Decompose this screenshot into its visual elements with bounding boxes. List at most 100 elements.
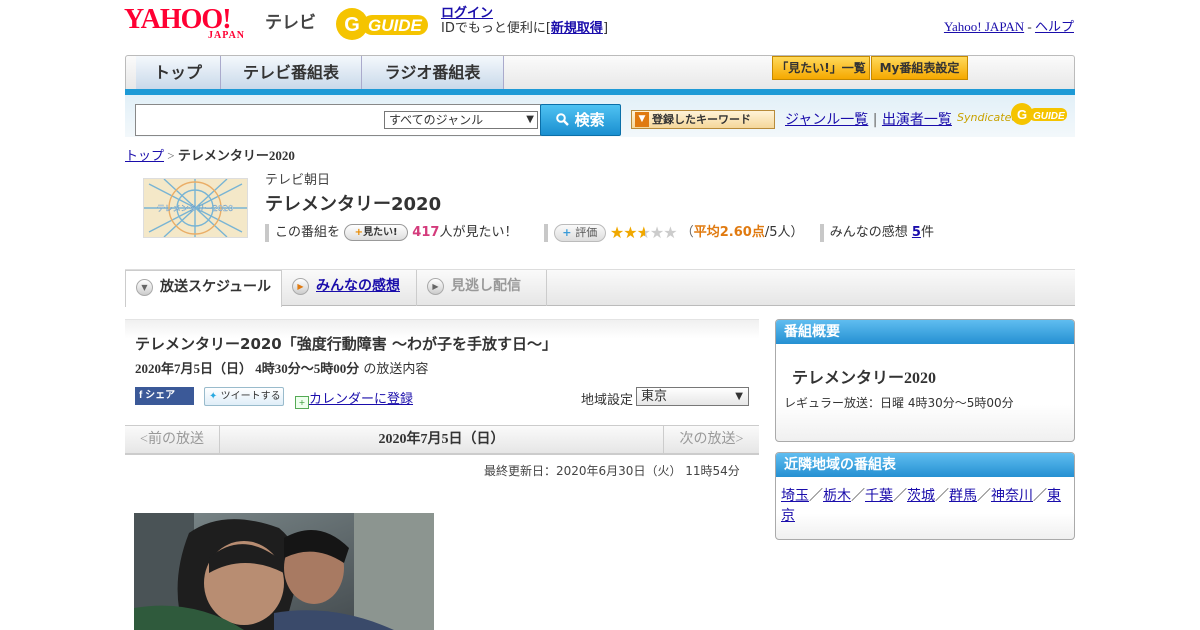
calendar-add-icon: +: [295, 396, 309, 409]
region-link-tochigi[interactable]: 栃木: [823, 489, 851, 504]
region-sep: ／: [851, 489, 865, 504]
tweet-label: ツイートする: [220, 391, 281, 402]
saved-keyword-label: 登録したキーワード: [652, 113, 751, 126]
region-link-ibaraki[interactable]: 茨城: [907, 489, 935, 504]
episode-time-suffix: の放送内容: [363, 362, 429, 377]
nearby-regions-box: 近隣地域の番組表 埼玉／栃木／千葉／茨城／群馬／神奈川／東京: [775, 452, 1075, 540]
top-links-separator: -: [1027, 19, 1032, 34]
region-select[interactable]: 東京 ▼: [636, 387, 749, 406]
breadcrumb-top-link[interactable]: トップ: [125, 148, 164, 163]
tweet-button[interactable]: ✦ ツイートする: [204, 387, 284, 406]
region-label: 地域設定: [581, 393, 634, 408]
episode-title: テレメンタリー2020「強度行動障害 ～わが子を手放す日～」: [135, 335, 557, 353]
rate-button[interactable]: + 評価: [553, 223, 606, 242]
nav-tab-tv-schedule[interactable]: テレビ番組表: [221, 56, 362, 89]
search-button-label: 検索: [574, 111, 605, 129]
region-select-value: 東京: [641, 389, 668, 404]
tab-kanso[interactable]: ▶ みんなの感想: [282, 270, 417, 306]
rating-stars: ★★★★★: [609, 223, 678, 242]
tab-minogashi: ▶ 見逃し配信: [417, 270, 547, 306]
svg-text:テレメンタリー2020: テレメンタリー2020: [157, 204, 233, 213]
login-sub-suffix: ]: [602, 21, 609, 36]
region-link-saitama[interactable]: 埼玉: [781, 489, 809, 504]
breadcrumb-current: テレメンタリー2020: [177, 148, 295, 163]
genre-list-link[interactable]: ジャンル一覧: [785, 112, 868, 128]
search-links: ジャンル一覧 | 出演者一覧: [785, 109, 952, 129]
dropdown-triangle-icon: ▼: [635, 112, 649, 127]
mitai-button[interactable]: +見たい!: [344, 224, 409, 241]
mitai-suffix: 人が見たい！: [439, 225, 518, 240]
region-link-kanagawa[interactable]: 神奈川: [991, 489, 1033, 504]
svg-text:G: G: [344, 14, 360, 36]
region-sep: ／: [935, 489, 949, 504]
nav-tab-radio-schedule[interactable]: ラジオ番組表: [362, 56, 504, 89]
mitai-button-label: 見たい!: [363, 227, 398, 238]
divider-bar: [543, 223, 548, 242]
last-updated: 最終更新日：2020年6月30日（火） 11時54分: [484, 464, 740, 478]
top-links: Yahoo! JAPAN - ヘルプ: [944, 16, 1074, 35]
tab-schedule-label: 放送スケジュール: [160, 279, 272, 295]
performer-list-link[interactable]: 出演者一覧: [882, 112, 952, 128]
svg-text:GUIDE: GUIDE: [368, 16, 423, 35]
my-schedule-button[interactable]: My番組表設定: [871, 56, 968, 80]
broadcast-date: 2020年7月5日（日）: [378, 432, 505, 447]
search-button[interactable]: 検索: [540, 104, 621, 136]
region-sep: ／: [977, 489, 991, 504]
prev-broadcast-link[interactable]: <前の放送: [125, 426, 220, 454]
content-tabs: ▼ 放送スケジュール ▶ みんなの感想 ▶ 見逃し配信: [125, 270, 1075, 307]
nearby-regions-header: 近隣地域の番組表: [776, 453, 1074, 477]
play-icon: ▶: [427, 278, 444, 295]
yahoo-japan-link[interactable]: Yahoo! JAPAN: [944, 19, 1024, 34]
svg-text:G: G: [1017, 107, 1027, 122]
program-overview-box: 番組概要 テレメンタリー2020 レギュラー放送：日曜 4時30分～5時00分: [775, 319, 1075, 442]
program-thumbnail: テレメンタリー2020: [143, 178, 248, 238]
calendar-register[interactable]: + カレンダーに登録: [295, 388, 413, 409]
yahoo-japan-logo[interactable]: YAHOO! JAPAN: [124, 6, 262, 42]
help-link[interactable]: ヘルプ: [1035, 19, 1074, 34]
mitai-prefix: この番組を: [275, 225, 341, 240]
tab-schedule[interactable]: ▼ 放送スケジュール: [125, 270, 282, 307]
tv-label: テレビ: [265, 13, 316, 33]
login-link[interactable]: ログイン: [441, 6, 493, 21]
twitter-bird-icon: ✦: [209, 391, 218, 402]
region-link-gunma[interactable]: 群馬: [949, 489, 977, 504]
facebook-share-button[interactable]: f シェア: [135, 387, 194, 405]
breadcrumb-separator: >: [167, 148, 175, 163]
region-sep: ／: [1033, 489, 1047, 504]
kanso-suffix: 件: [920, 225, 934, 240]
chevron-down-icon: ▼: [136, 279, 153, 296]
play-icon: ▶: [292, 278, 309, 295]
divider-bar: [265, 223, 269, 242]
episode-time: 2020年7月5日（日） 4時30分～5時00分 の放送内容: [135, 358, 428, 377]
plus-icon: +: [354, 227, 364, 238]
region-link-chiba[interactable]: 千葉: [865, 489, 893, 504]
login-sub-prefix: IDでもっと便利に[: [441, 21, 551, 36]
kanso-count-link[interactable]: 5: [912, 225, 921, 240]
station-name: テレビ朝日: [265, 173, 331, 188]
rating-count: /5人）: [764, 225, 804, 240]
overview-title: テレメンタリー2020: [792, 370, 937, 387]
facebook-share-label: シェア: [145, 390, 176, 401]
calendar-register-link[interactable]: カレンダーに登録: [309, 392, 413, 407]
gguide-small-logo: G GUIDE: [1009, 101, 1069, 131]
breadcrumb: トップ > テレメンタリー2020: [125, 145, 295, 164]
kanso-label: みんなの感想: [829, 225, 908, 240]
nearby-region-links: 埼玉／栃木／千葉／茨城／群馬／神奈川／東京: [781, 487, 1071, 527]
nav-tab-top[interactable]: トップ: [136, 56, 221, 89]
next-broadcast-link[interactable]: 次の放送>: [663, 426, 759, 454]
login-box: ログイン IDでもっと便利に[新規取得]: [441, 6, 608, 36]
gguide-logo[interactable]: G GUIDE: [334, 6, 434, 42]
program-title: テレメンタリー2020: [265, 194, 442, 215]
tab-minogashi-label: 見逃し配信: [451, 278, 521, 294]
program-overview-header: 番組概要: [776, 320, 1074, 344]
rating-open: （: [680, 225, 694, 240]
register-link[interactable]: 新規取得: [551, 21, 603, 36]
plus-icon: +: [562, 225, 576, 239]
genre-select[interactable]: すべてのジャンル ▼: [384, 111, 538, 129]
program-stats: この番組を +見たい! 417人が見たい！ + 評価 ★★★★★ （平均2.60…: [265, 221, 934, 242]
mitai-list-button[interactable]: 「見たい!」一覧: [772, 56, 870, 80]
episode-airtime: 2020年7月5日（日） 4時30分～5時00分: [135, 361, 360, 376]
episode-nav: <前の放送 2020年7月5日（日） 次の放送>: [125, 425, 759, 455]
saved-keyword-button[interactable]: ▼ 登録したキーワード: [631, 110, 775, 129]
chevron-down-icon: ▼: [735, 391, 743, 402]
